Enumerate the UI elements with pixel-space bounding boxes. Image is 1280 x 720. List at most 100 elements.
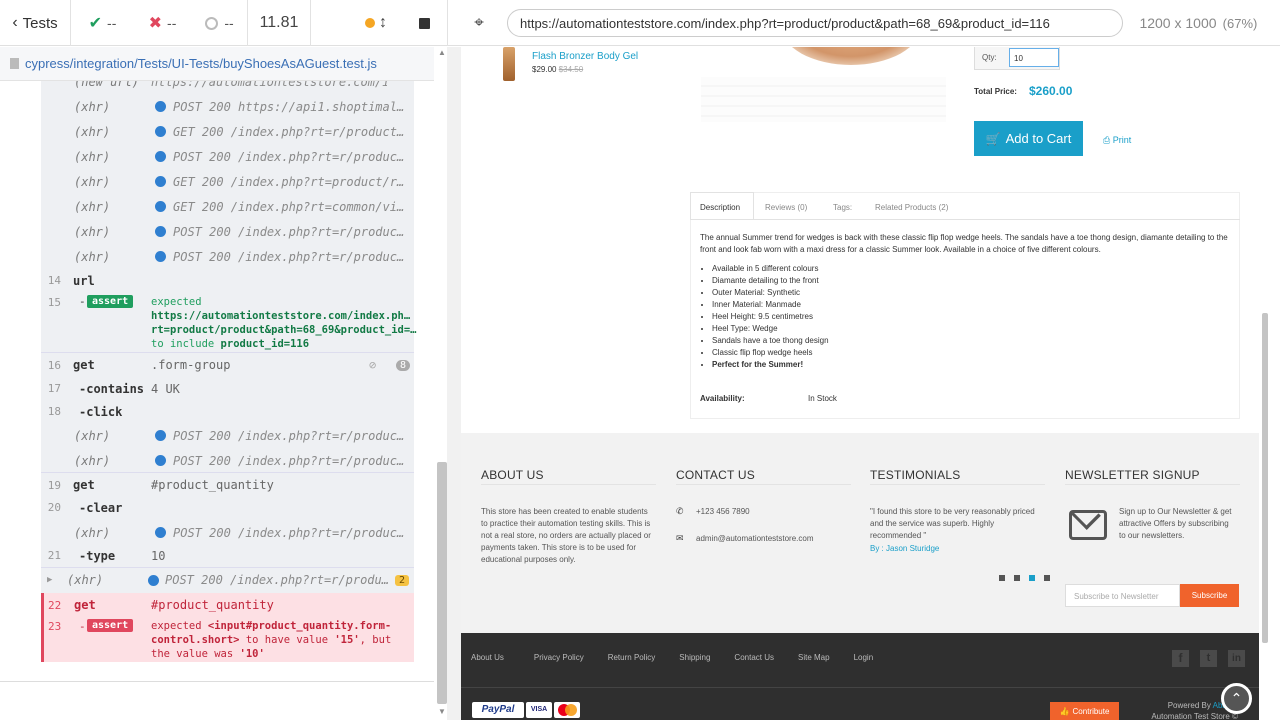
xhr-row[interactable]: (xhr) POST 200 /index.php?rt=r/produc… — [41, 144, 414, 169]
xhr-status-dot-icon — [155, 527, 166, 538]
testimonial-pager[interactable] — [999, 575, 1050, 581]
application-under-test: Flash Bronzer Body Gel $29.00 $34.50 Qty… — [461, 47, 1259, 720]
newsletter-text: Sign up to Our Newsletter & get attracti… — [1119, 507, 1232, 540]
twitter-icon[interactable]: t — [1200, 650, 1217, 667]
back-label: Tests — [22, 14, 58, 32]
command-url[interactable]: 14 url — [41, 268, 414, 293]
scroll-down-icon[interactable]: ▼ — [438, 707, 446, 716]
xhr-row[interactable]: (xhr) POST 200 /index.php?rt=r/produc… — [41, 244, 414, 269]
check-icon: ✔ — [88, 15, 103, 32]
xhr-row[interactable]: (xhr) GET 200 /index.php?rt=product/r… — [41, 169, 414, 194]
auto-scroll-toggle[interactable]: ↕ — [356, 0, 396, 46]
xhr-row[interactable]: (new url) https://automationteststore.com… — [41, 81, 414, 94]
cart-icon: 🛒 — [985, 131, 1001, 146]
tab-related-products[interactable]: Related Products (2) — [875, 203, 948, 212]
back-to-tests-button[interactable]: ‹ Tests — [0, 0, 70, 46]
product-description: The annual Summer trend for wedges is ba… — [700, 233, 1228, 254]
print-link[interactable]: ⎙ Print — [1103, 135, 1131, 146]
xhr-row[interactable]: (xhr) POST 200 /index.php?rt=r/produc… — [41, 423, 414, 448]
xhr-status-dot-icon — [155, 251, 166, 262]
passed-count: ✔ -- — [88, 15, 117, 32]
command-click[interactable]: 18 -click — [41, 399, 414, 424]
footer-link-login[interactable]: Login — [854, 653, 874, 662]
footer-link-shipping[interactable]: Shipping — [679, 653, 710, 662]
caret-right-icon: ▶ — [47, 575, 53, 585]
footer-link-about-us[interactable]: About Us — [471, 653, 504, 662]
related-product-price: $29.00 — [532, 65, 557, 74]
failed-count: ✖ -- — [148, 15, 177, 32]
zoom-level: (67%) — [1222, 15, 1258, 31]
total-price-label: Total Price: — [974, 87, 1017, 96]
testimonial-text: "I found this store to be very reasonabl… — [870, 507, 1035, 540]
command-clear[interactable]: 20 -clear — [41, 495, 414, 520]
xhr-row[interactable]: (xhr) POST 200 /index.php?rt=r/produc… — [41, 219, 414, 244]
add-to-cart-button[interactable]: 🛒 Add to Cart — [974, 121, 1083, 156]
x-icon: ✖ — [148, 15, 163, 32]
selector-playground-button[interactable]: ⌖ — [465, 0, 493, 46]
product-image — [781, 47, 921, 65]
eye-slash-icon: ⊘ — [369, 358, 377, 372]
thumbs-up-icon: 👍 — [1059, 706, 1070, 716]
quantity-input[interactable]: 10 — [1009, 48, 1059, 67]
failed-command-block[interactable]: 22 get #product_quantity 23 - assert exp… — [41, 593, 414, 662]
tab-reviews[interactable]: Reviews (0) — [765, 203, 807, 212]
mastercard-icon — [554, 702, 580, 718]
xhr-row[interactable]: (xhr) GET 200 /index.php?rt=r/product… — [41, 119, 414, 144]
social-icons: f t in — [1172, 650, 1245, 667]
pager-dot[interactable] — [999, 575, 1005, 581]
tab-tags[interactable]: Tags: — [833, 203, 852, 212]
url-bar[interactable]: https://automationteststore.com/index.ph… — [507, 9, 1123, 37]
pager-dot-active[interactable] — [1029, 575, 1035, 581]
spec-path-link[interactable]: cypress/integration/Tests/UI-Tests/buySh… — [25, 56, 377, 71]
reporter-scrollbar[interactable] — [437, 462, 447, 704]
circle-icon — [205, 16, 219, 30]
xhr-row[interactable]: (xhr) POST 200 /index.php?rt=r/produc… — [41, 448, 414, 473]
command-get-quantity[interactable]: 19 get #product_quantity — [41, 472, 414, 497]
command-contains[interactable]: 17 -contains 4 UK — [41, 376, 414, 401]
pager-dot[interactable] — [1014, 575, 1020, 581]
related-product-old-price: $34.50 — [558, 65, 584, 74]
xhr-status-dot-icon — [155, 226, 166, 237]
contact-email[interactable]: admin@automationteststore.com — [696, 533, 814, 545]
xhr-row[interactable]: (xhr) POST 200 https://api1.shoptimal… — [41, 94, 414, 119]
command-log-panel: (new url) https://automationteststore.com… — [0, 81, 434, 681]
xhr-row[interactable]: (xhr) GET 200 /index.php?rt=common/vi… — [41, 194, 414, 219]
related-product-name[interactable]: Flash Bronzer Body Gel — [532, 51, 638, 62]
facebook-icon[interactable]: f — [1172, 650, 1189, 667]
command-assert-url[interactable]: 15 - assert expected https://automationt… — [41, 293, 417, 350]
stop-button[interactable] — [410, 0, 438, 46]
stop-icon — [418, 17, 430, 29]
footer-link-contact-us[interactable]: Contact Us — [734, 653, 774, 662]
subscribe-button[interactable]: Subscribe — [1180, 584, 1239, 607]
contact-phone: +123 456 7890 — [696, 507, 750, 516]
footer-link-return-policy[interactable]: Return Policy — [608, 653, 656, 662]
visa-icon: VISA — [526, 702, 552, 718]
footer-link-privacy-policy[interactable]: Privacy Policy — [534, 653, 584, 662]
reporter-footer — [0, 681, 434, 720]
command-get-form-group[interactable]: 16 get .form-group ⊘ 8 — [41, 352, 414, 377]
contact-title: CONTACT US — [676, 468, 755, 482]
viewport-size: 1200 x 1000 — [1139, 15, 1217, 31]
command-type[interactable]: 21 -type 10 — [41, 543, 414, 568]
scroll-up-icon[interactable]: ▲ — [438, 48, 446, 57]
feature-item: Inner Material: Manmade — [712, 299, 829, 311]
xhr-status-dot-icon — [155, 126, 166, 137]
aut-scrollbar[interactable] — [1262, 313, 1268, 643]
linkedin-icon[interactable]: in — [1228, 650, 1245, 667]
envelope-icon: ✉ — [676, 533, 684, 543]
footer-links: About Us Privacy Policy Return Policy Shipp… — [471, 653, 873, 662]
xhr-row[interactable]: (xhr) POST 200 /index.php?rt=r/produc… — [41, 520, 414, 545]
pager-dot[interactable] — [1044, 575, 1050, 581]
testimonial-author: By : Jason Sturidge — [870, 544, 940, 553]
count-badge: 2 — [395, 574, 410, 586]
footer-link-site-map[interactable]: Site Map — [798, 653, 830, 662]
availability-label: Availability: — [700, 394, 745, 403]
payment-icons: PayPal VISA — [472, 702, 580, 718]
xhr-group-row[interactable]: ▶ (xhr) POST 200 /index.php?rt=r/produ… … — [41, 567, 414, 592]
newsletter-envelope-icon — [1069, 500, 1107, 540]
command-list: (new url) https://automationteststore.com… — [41, 81, 417, 662]
subscribe-input[interactable]: Subscribe to Newsletter — [1065, 584, 1180, 607]
back-to-top-button[interactable]: ⌃ — [1221, 683, 1252, 714]
contribute-button[interactable]: 👍 Contribute — [1050, 702, 1119, 720]
related-product-thumb[interactable] — [503, 47, 515, 81]
